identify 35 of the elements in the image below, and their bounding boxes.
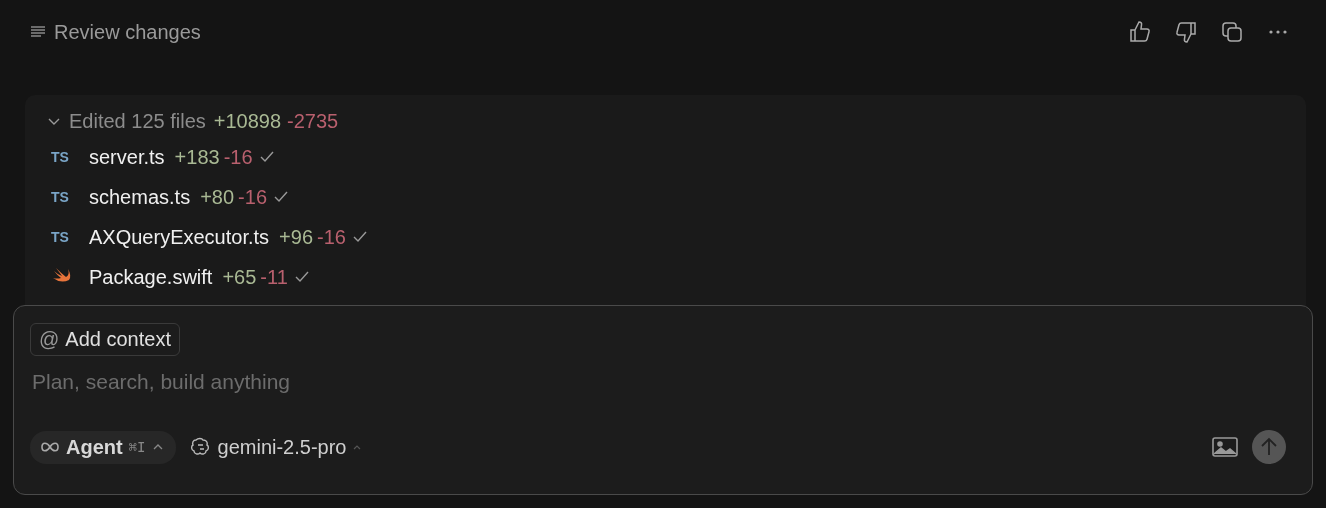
added-count: +80 (200, 185, 235, 209)
file-name[interactable]: Package.swift (89, 265, 213, 289)
removed-count: -16 (317, 225, 346, 249)
agent-mode-button[interactable]: Agent ⌘I (30, 430, 176, 464)
add-context-button[interactable]: @ Add context (30, 323, 180, 356)
removed-count: -16 (223, 145, 253, 169)
removed-count: -16 (238, 185, 267, 209)
prompt-input[interactable]: Plan, search, build anything (30, 370, 734, 394)
thumbs-up-icon[interactable] (1128, 20, 1152, 44)
model-selector[interactable]: gemini-2.5-pro (189, 435, 363, 459)
caret-icon (151, 442, 164, 452)
list-icon (30, 25, 46, 39)
copy-icon[interactable] (1220, 20, 1244, 44)
brain-icon (189, 437, 212, 457)
removed-count: -11 (260, 265, 288, 289)
file-name[interactable]: server.ts (89, 145, 165, 169)
header-title: Review changes (54, 20, 201, 44)
added-count: +183 (174, 145, 220, 169)
arrow-up-icon (1260, 437, 1278, 457)
removed-count: -2735 (287, 109, 339, 133)
thumbs-down-icon[interactable] (1174, 20, 1198, 44)
added-count: +10898 (213, 109, 282, 133)
caret-icon (352, 443, 363, 451)
typescript-icon: TS (51, 229, 83, 245)
added-count: +65 (222, 265, 257, 289)
typescript-icon: TS (51, 189, 83, 205)
at-sign-icon: @ (39, 328, 60, 351)
image-icon[interactable] (1212, 437, 1238, 457)
added-count: +96 (279, 225, 313, 249)
infinity-icon (40, 441, 60, 453)
edited-files-summary[interactable]: Edited 125 files +10898 -2735 (47, 105, 339, 137)
summary-text: Edited 125 files (69, 109, 206, 133)
file-name[interactable]: AXQueryExecutor.ts (89, 225, 270, 249)
file-name[interactable]: schemas.ts (89, 185, 191, 209)
typescript-icon: TS (51, 149, 83, 165)
